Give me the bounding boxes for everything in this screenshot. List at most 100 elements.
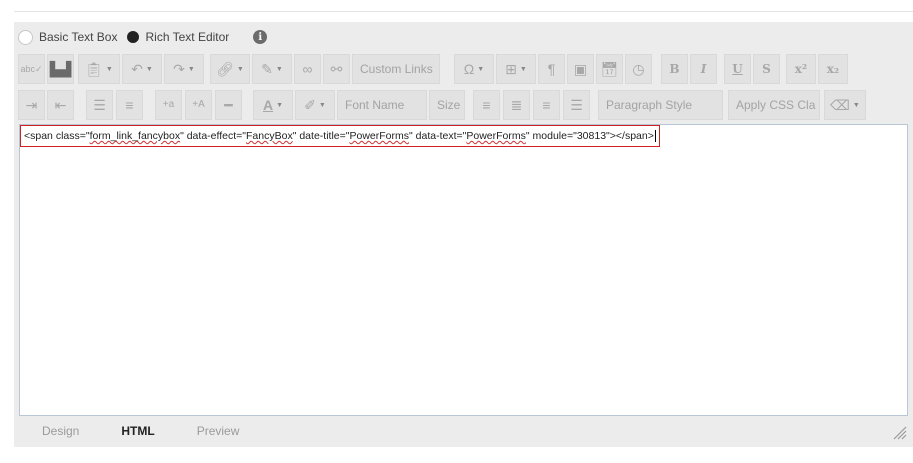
italic-button[interactable]: I <box>690 54 717 84</box>
chevron-down-icon: ▼ <box>145 65 153 73</box>
align-center-button[interactable]: ≣ <box>503 90 530 120</box>
date-button[interactable]: 📅︎ <box>596 54 623 84</box>
strike-button[interactable]: S <box>753 54 780 84</box>
font-color-button[interactable]: A ▼ <box>253 90 293 120</box>
code-segment-misspelled: PowerForms <box>349 130 409 142</box>
horizontal-rule-icon: ━ <box>224 97 233 113</box>
table-button[interactable]: ⊞ ▼ <box>496 54 536 84</box>
align-right-button[interactable]: ≡ <box>533 90 560 120</box>
justify-icon: ☰ <box>570 97 583 113</box>
tab-preview[interactable]: Preview <box>183 424 254 438</box>
chevron-down-icon: ▼ <box>318 101 326 109</box>
link-button[interactable]: ∞ <box>294 54 321 84</box>
paragraph-icon: ¶ <box>547 61 556 77</box>
font-name-dropdown[interactable]: Font Name <box>337 90 427 120</box>
chevron-down-icon: ▼ <box>275 65 283 73</box>
toolbar-row-2: ⇥ ⇤ ☰ ≡ +a +A ━ A ▼ ✐ ▼ Font Name Size ≡… <box>14 88 874 122</box>
hyperlink-button[interactable]: 🔗︎ ▼ <box>210 54 250 84</box>
tab-html[interactable]: HTML <box>107 424 168 438</box>
ordered-list-button[interactable]: ☰ <box>86 90 113 120</box>
basic-text-box-radio[interactable] <box>18 29 33 45</box>
font-size-label: Size <box>437 98 461 112</box>
indent-button[interactable]: ⇥ <box>18 90 45 120</box>
paste-button[interactable]: 📋︎ ▼ <box>78 54 120 84</box>
rich-text-editor-radio[interactable] <box>127 31 140 43</box>
calendar-icon: 📅︎ <box>600 61 619 77</box>
time-button[interactable]: ◷ <box>625 54 652 84</box>
align-left-button[interactable]: ≡ <box>473 90 500 120</box>
justify-button[interactable]: ☰ <box>563 90 590 120</box>
code-segment: " data-text=" <box>409 130 467 142</box>
resize-grip-icon[interactable] <box>891 424 907 440</box>
chevron-down-icon: ▼ <box>276 101 284 109</box>
chevron-down-icon: ▼ <box>477 65 485 73</box>
clear-format-button[interactable]: ⌫ ▼ <box>824 90 866 120</box>
css-class-dropdown[interactable]: Apply CSS Cla <box>728 90 820 120</box>
superscript-icon: x² <box>794 62 808 76</box>
align-right-icon: ≡ <box>542 97 551 113</box>
custom-links-label: Custom Links <box>360 62 433 76</box>
underline-icon: U <box>732 62 743 76</box>
code-segment: " date-title=" <box>292 130 350 142</box>
paste-icon: 📋︎ <box>85 61 103 77</box>
text-large-icon: +A <box>192 99 205 110</box>
image-icon: ▣ <box>573 61 588 77</box>
rich-text-editor-label[interactable]: Rich Text Editor <box>145 30 229 44</box>
edit-icon: ✎ <box>261 61 273 77</box>
increase-font-button[interactable]: +A <box>185 90 212 120</box>
subscript-icon: x₂ <box>826 62 840 76</box>
unlink-icon: ⚯ <box>330 61 343 77</box>
code-segment-misspelled: form_link_fancybox <box>89 130 181 142</box>
highlight-color-icon: ✐ <box>304 97 316 113</box>
toolbar-row-1: abc✓ ▙▟ 📋︎ ▼ ↶ ▼ ↷ ▼ 🔗︎ ▼ ✎ ▼ ∞ ⚯ Custom Link… <box>14 52 854 86</box>
basic-text-box-label[interactable]: Basic Text Box <box>39 30 117 44</box>
subscript-button[interactable]: x₂ <box>818 54 848 84</box>
chevron-down-icon: ▼ <box>105 65 113 73</box>
horizontal-rule-button[interactable]: ━ <box>215 90 242 120</box>
underline-button[interactable]: U <box>724 54 751 84</box>
omega-icon: Ω <box>463 61 475 77</box>
editor-mode-tabs: Design HTML Preview <box>14 418 913 444</box>
code-segment-misspelled: FancyBox <box>246 130 293 142</box>
eraser-icon: ⌫ <box>830 97 850 113</box>
paragraph-style-dropdown[interactable]: Paragraph Style <box>598 90 723 120</box>
font-color-icon: A <box>262 97 274 113</box>
unlink-button[interactable]: ⚯ <box>323 54 350 84</box>
outdent-icon: ⇤ <box>54 97 67 113</box>
chevron-down-icon: ▼ <box>519 65 527 73</box>
indent-icon: ⇥ <box>25 97 38 113</box>
bold-button[interactable]: B <box>661 54 688 84</box>
custom-links-dropdown[interactable]: Custom Links <box>352 54 440 84</box>
find-icon: ▙▟ <box>49 61 72 77</box>
info-icon[interactable]: i <box>253 30 268 44</box>
spellcheck-icon: abc✓ <box>20 63 43 74</box>
mode-selector: Basic Text Box Rich Text Editor i <box>18 27 268 47</box>
align-center-icon: ≣ <box>510 97 523 113</box>
spellcheck-button[interactable]: abc✓ <box>18 54 45 84</box>
paragraph-button[interactable]: ¶ <box>538 54 565 84</box>
highlighted-span-code: <span class="form_link_fancybox" data-ef… <box>20 125 660 147</box>
css-class-label: Apply CSS Cla <box>736 98 816 112</box>
text-caret <box>654 130 656 143</box>
unordered-list-button[interactable]: ≡ <box>116 90 143 120</box>
chevron-down-icon: ▼ <box>236 65 244 73</box>
find-button[interactable]: ▙▟ <box>47 54 74 84</box>
font-size-dropdown[interactable]: Size <box>429 90 465 120</box>
paragraph-style-label: Paragraph Style <box>606 98 693 112</box>
strike-icon: S <box>762 62 771 76</box>
edit-button[interactable]: ✎ ▼ <box>252 54 292 84</box>
align-left-icon: ≡ <box>482 97 491 113</box>
html-content-area[interactable]: <span class="form_link_fancybox" data-ef… <box>19 124 908 416</box>
tab-design[interactable]: Design <box>28 424 93 438</box>
highlight-color-button[interactable]: ✐ ▼ <box>295 90 335 120</box>
undo-icon: ↶ <box>131 61 143 77</box>
undo-button[interactable]: ↶ ▼ <box>122 54 162 84</box>
special-chars-button[interactable]: Ω ▼ <box>454 54 494 84</box>
image-button[interactable]: ▣ <box>567 54 594 84</box>
redo-button[interactable]: ↷ ▼ <box>164 54 204 84</box>
font-name-label: Font Name <box>345 98 405 112</box>
superscript-button[interactable]: x² <box>786 54 816 84</box>
code-segment: <span class=" <box>24 130 90 142</box>
outdent-button[interactable]: ⇤ <box>47 90 74 120</box>
decrease-font-button[interactable]: +a <box>155 90 182 120</box>
